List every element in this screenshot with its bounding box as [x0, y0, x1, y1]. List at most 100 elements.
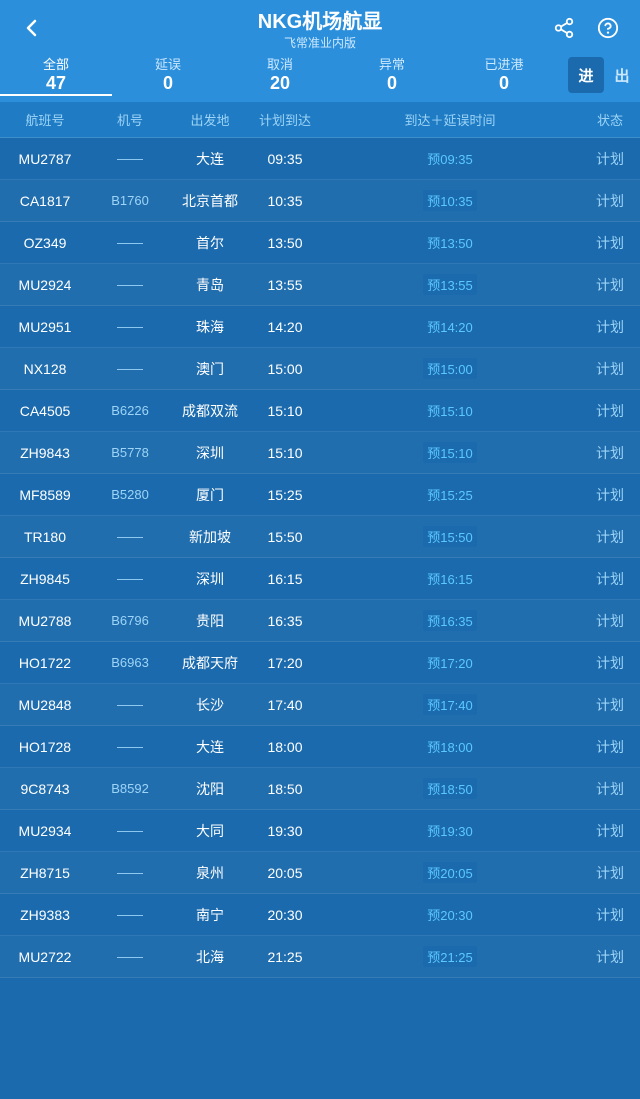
- tab-abnormal[interactable]: 异常 0: [336, 54, 448, 96]
- tab-count-abnormal: 0: [336, 73, 448, 94]
- eta-badge: 预13:55: [423, 274, 477, 295]
- table-row[interactable]: MU2788 B6796 贵阳 16:35 预16:35 计划: [0, 600, 640, 642]
- tab-bar-row: 全部 47 延误 0 取消 20 异常 0 已进港 0 进 出: [0, 54, 640, 102]
- cell-flight: MF8589: [0, 487, 90, 503]
- eta-badge: 预17:40: [423, 694, 477, 715]
- table-row[interactable]: MU2934 —— 大同 19:30 预19:30 计划: [0, 810, 640, 852]
- table-row[interactable]: MU2722 —— 北海 21:25 预21:25 计划: [0, 936, 640, 978]
- cell-flight: CA4505: [0, 403, 90, 419]
- cell-sched: 17:40: [250, 697, 320, 713]
- cell-plane: ——: [90, 697, 170, 712]
- cell-origin: 成都双流: [170, 401, 250, 421]
- table-row[interactable]: ZH9383 —— 南宁 20:30 预20:30 计划: [0, 894, 640, 936]
- table-row[interactable]: MU2951 —— 珠海 14:20 预14:20 计划: [0, 306, 640, 348]
- cell-origin: 大连: [170, 149, 250, 169]
- eta-badge: 预20:05: [423, 862, 477, 883]
- eta-badge: 预13:50: [423, 232, 477, 253]
- cell-origin: 深圳: [170, 569, 250, 589]
- cell-origin: 长沙: [170, 695, 250, 715]
- direction-in-button[interactable]: 进: [568, 57, 604, 93]
- back-button[interactable]: [16, 12, 48, 44]
- cell-sched: 17:20: [250, 655, 320, 671]
- app-subtitle: 飞常准业内版: [258, 34, 382, 51]
- cell-plane: ——: [90, 739, 170, 754]
- share-button[interactable]: [548, 12, 580, 44]
- table-row[interactable]: MF8589 B5280 厦门 15:25 预15:25 计划: [0, 474, 640, 516]
- col-header-origin: 出发地: [170, 110, 250, 129]
- cell-sched: 15:10: [250, 403, 320, 419]
- cell-flight: 9C8743: [0, 781, 90, 797]
- cell-flight: NX128: [0, 361, 90, 377]
- cell-eta: 预16:35: [320, 610, 580, 631]
- cell-sched: 13:50: [250, 235, 320, 251]
- tab-label-arrived: 已进港: [448, 54, 560, 73]
- table-row[interactable]: ZH9843 B5778 深圳 15:10 预15:10 计划: [0, 432, 640, 474]
- cell-status: 计划: [580, 947, 640, 967]
- table-row[interactable]: 9C8743 B8592 沈阳 18:50 预18:50 计划: [0, 768, 640, 810]
- cell-eta: 预13:50: [320, 232, 580, 253]
- table-row[interactable]: HO1722 B6963 成都天府 17:20 预17:20 计划: [0, 642, 640, 684]
- cell-status: 计划: [580, 401, 640, 421]
- cell-plane: B6796: [90, 613, 170, 628]
- tab-all[interactable]: 全部 47: [0, 54, 112, 96]
- cell-plane: ——: [90, 361, 170, 376]
- cell-flight: MU2951: [0, 319, 90, 335]
- cell-origin: 青岛: [170, 275, 250, 295]
- eta-badge: 预19:30: [423, 820, 477, 841]
- cell-status: 计划: [580, 275, 640, 295]
- cell-eta: 预10:35: [320, 190, 580, 211]
- cell-plane: ——: [90, 907, 170, 922]
- cell-status: 计划: [580, 737, 640, 757]
- cell-sched: 18:50: [250, 781, 320, 797]
- cell-status: 计划: [580, 569, 640, 589]
- table-row[interactable]: OZ349 —— 首尔 13:50 预13:50 计划: [0, 222, 640, 264]
- cell-sched: 14:20: [250, 319, 320, 335]
- cell-sched: 15:50: [250, 529, 320, 545]
- tabs-group: 全部 47 延误 0 取消 20 异常 0 已进港 0: [0, 54, 560, 96]
- table-row[interactable]: MU2787 —— 大连 09:35 预09:35 计划: [0, 138, 640, 180]
- cell-flight: MU2924: [0, 277, 90, 293]
- cell-status: 计划: [580, 233, 640, 253]
- cell-flight: HO1722: [0, 655, 90, 671]
- tab-cancel[interactable]: 取消 20: [224, 54, 336, 96]
- cell-status: 计划: [580, 905, 640, 925]
- table-row[interactable]: MU2848 —— 长沙 17:40 预17:40 计划: [0, 684, 640, 726]
- cell-status: 计划: [580, 443, 640, 463]
- cell-sched: 09:35: [250, 151, 320, 167]
- cell-origin: 贵阳: [170, 611, 250, 631]
- cell-status: 计划: [580, 779, 640, 799]
- table-row[interactable]: MU2924 —— 青岛 13:55 预13:55 计划: [0, 264, 640, 306]
- eta-badge: 预10:35: [423, 190, 477, 211]
- table-row[interactable]: TR180 —— 新加坡 15:50 预15:50 计划: [0, 516, 640, 558]
- table-row[interactable]: NX128 —— 澳门 15:00 预15:00 计划: [0, 348, 640, 390]
- table-row[interactable]: CA1817 B1760 北京首都 10:35 预10:35 计划: [0, 180, 640, 222]
- table-row[interactable]: ZH9845 —— 深圳 16:15 预16:15 计划: [0, 558, 640, 600]
- cell-plane: B6963: [90, 655, 170, 670]
- cell-status: 计划: [580, 695, 640, 715]
- header-center: NKG机场航显 飞常准业内版: [258, 5, 382, 51]
- cell-origin: 厦门: [170, 485, 250, 505]
- cell-eta: 预16:15: [320, 568, 580, 589]
- cell-origin: 首尔: [170, 233, 250, 253]
- cell-eta: 预17:20: [320, 652, 580, 673]
- cell-eta: 预20:05: [320, 862, 580, 883]
- help-button[interactable]: [592, 12, 624, 44]
- cell-flight: OZ349: [0, 235, 90, 251]
- cell-origin: 成都天府: [170, 653, 250, 673]
- tab-arrived[interactable]: 已进港 0: [448, 54, 560, 96]
- col-header-eta: 到达＋延误时间: [320, 110, 580, 129]
- cell-eta: 预15:00: [320, 358, 580, 379]
- table-row[interactable]: CA4505 B6226 成都双流 15:10 预15:10 计划: [0, 390, 640, 432]
- col-header-status: 状态: [580, 110, 640, 129]
- cell-plane: ——: [90, 151, 170, 166]
- col-header-plane: 机号: [90, 110, 170, 129]
- tab-label-cancel: 取消: [224, 54, 336, 73]
- table-header: 航班号 机号 出发地 计划到达 到达＋延误时间 状态: [0, 102, 640, 138]
- cell-status: 计划: [580, 485, 640, 505]
- table-row[interactable]: ZH8715 —— 泉州 20:05 预20:05 计划: [0, 852, 640, 894]
- tab-delay[interactable]: 延误 0: [112, 54, 224, 96]
- table-row[interactable]: HO1728 —— 大连 18:00 预18:00 计划: [0, 726, 640, 768]
- direction-out-button[interactable]: 出: [604, 57, 640, 93]
- cell-sched: 10:35: [250, 193, 320, 209]
- cell-plane: ——: [90, 865, 170, 880]
